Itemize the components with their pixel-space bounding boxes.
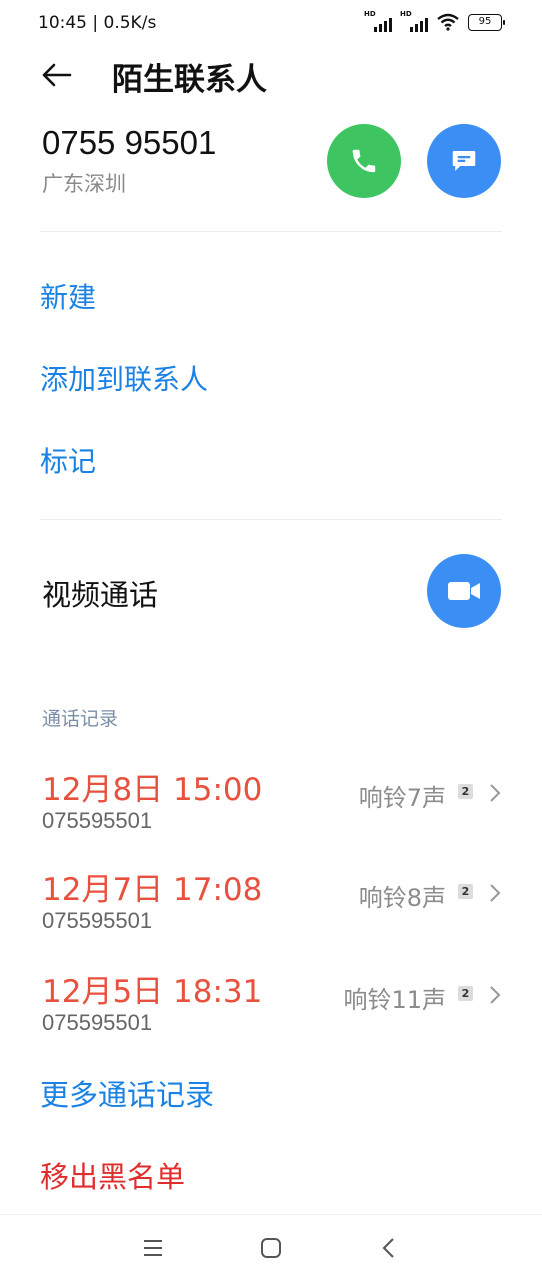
phone-icon: [352, 149, 376, 173]
signal-hd-label: HD: [364, 10, 376, 18]
new-contact-link[interactable]: 新建: [40, 276, 96, 316]
header: 陌生联系人: [0, 52, 542, 98]
status-bar: 10:45 | 0.5K/s HD HD 95: [0, 0, 542, 46]
message-button[interactable]: [427, 124, 501, 198]
sim-badge: 2: [458, 884, 473, 899]
call-date: 12月5日 18:31: [42, 974, 263, 1010]
menu-icon[interactable]: [140, 1235, 166, 1261]
signal-icon: HD: [364, 10, 392, 32]
call-log-section-label: 通话记录: [42, 708, 119, 730]
call-ring-status: 响铃11声: [343, 986, 446, 1014]
sim-badge: 2: [458, 784, 473, 799]
call-number: 075595501: [42, 1010, 153, 1035]
sim-badge: 2: [458, 986, 473, 1001]
status-time-speed: 10:45 | 0.5K/s: [38, 13, 157, 33]
add-to-contacts-link[interactable]: 添加到联系人: [40, 358, 208, 398]
call-number: 075595501: [42, 908, 153, 933]
page-title: 陌生联系人: [112, 62, 267, 98]
call-log-row[interactable]: 12月5日 18:31 075595501 响铃11声 2: [0, 966, 542, 1056]
divider: [40, 519, 502, 520]
call-date: 12月8日 15:00: [42, 772, 263, 808]
call-ring-status: 响铃7声: [358, 784, 446, 812]
status-icons: HD HD 95: [364, 10, 505, 32]
message-icon: [452, 151, 476, 171]
more-call-records-link[interactable]: 更多通话记录: [40, 1072, 214, 1114]
wifi-icon: [437, 13, 459, 31]
chevron-right-icon: [490, 784, 501, 802]
call-ring-status: 响铃8声: [358, 884, 446, 912]
call-log-row[interactable]: 12月8日 15:00 075595501 响铃7声 2: [0, 764, 542, 854]
call-button[interactable]: [327, 124, 401, 198]
number-location: 广东深圳: [42, 172, 126, 196]
video-camera-icon: [448, 582, 480, 600]
home-icon[interactable]: [258, 1235, 284, 1261]
chevron-right-icon: [490, 986, 501, 1004]
chevron-right-icon: [490, 884, 501, 902]
video-call-button[interactable]: [427, 554, 501, 628]
back-arrow-icon[interactable]: [40, 60, 72, 90]
signal-hd-label: HD: [400, 10, 412, 18]
phone-number: 0755 95501: [42, 124, 217, 161]
call-log-row[interactable]: 12月7日 17:08 075595501 响铃8声 2: [0, 864, 542, 954]
mark-link[interactable]: 标记: [40, 440, 96, 480]
navigation-bar: [0, 1214, 542, 1280]
call-number: 075595501: [42, 808, 153, 833]
back-icon[interactable]: [376, 1235, 402, 1261]
call-date: 12月7日 17:08: [42, 872, 263, 908]
signal-icon: HD: [400, 10, 428, 32]
divider: [40, 231, 502, 232]
video-call-label: 视频通话: [42, 578, 159, 612]
remove-from-blacklist-button[interactable]: 移出黑名单: [40, 1154, 185, 1196]
battery-icon: 95: [468, 13, 505, 31]
